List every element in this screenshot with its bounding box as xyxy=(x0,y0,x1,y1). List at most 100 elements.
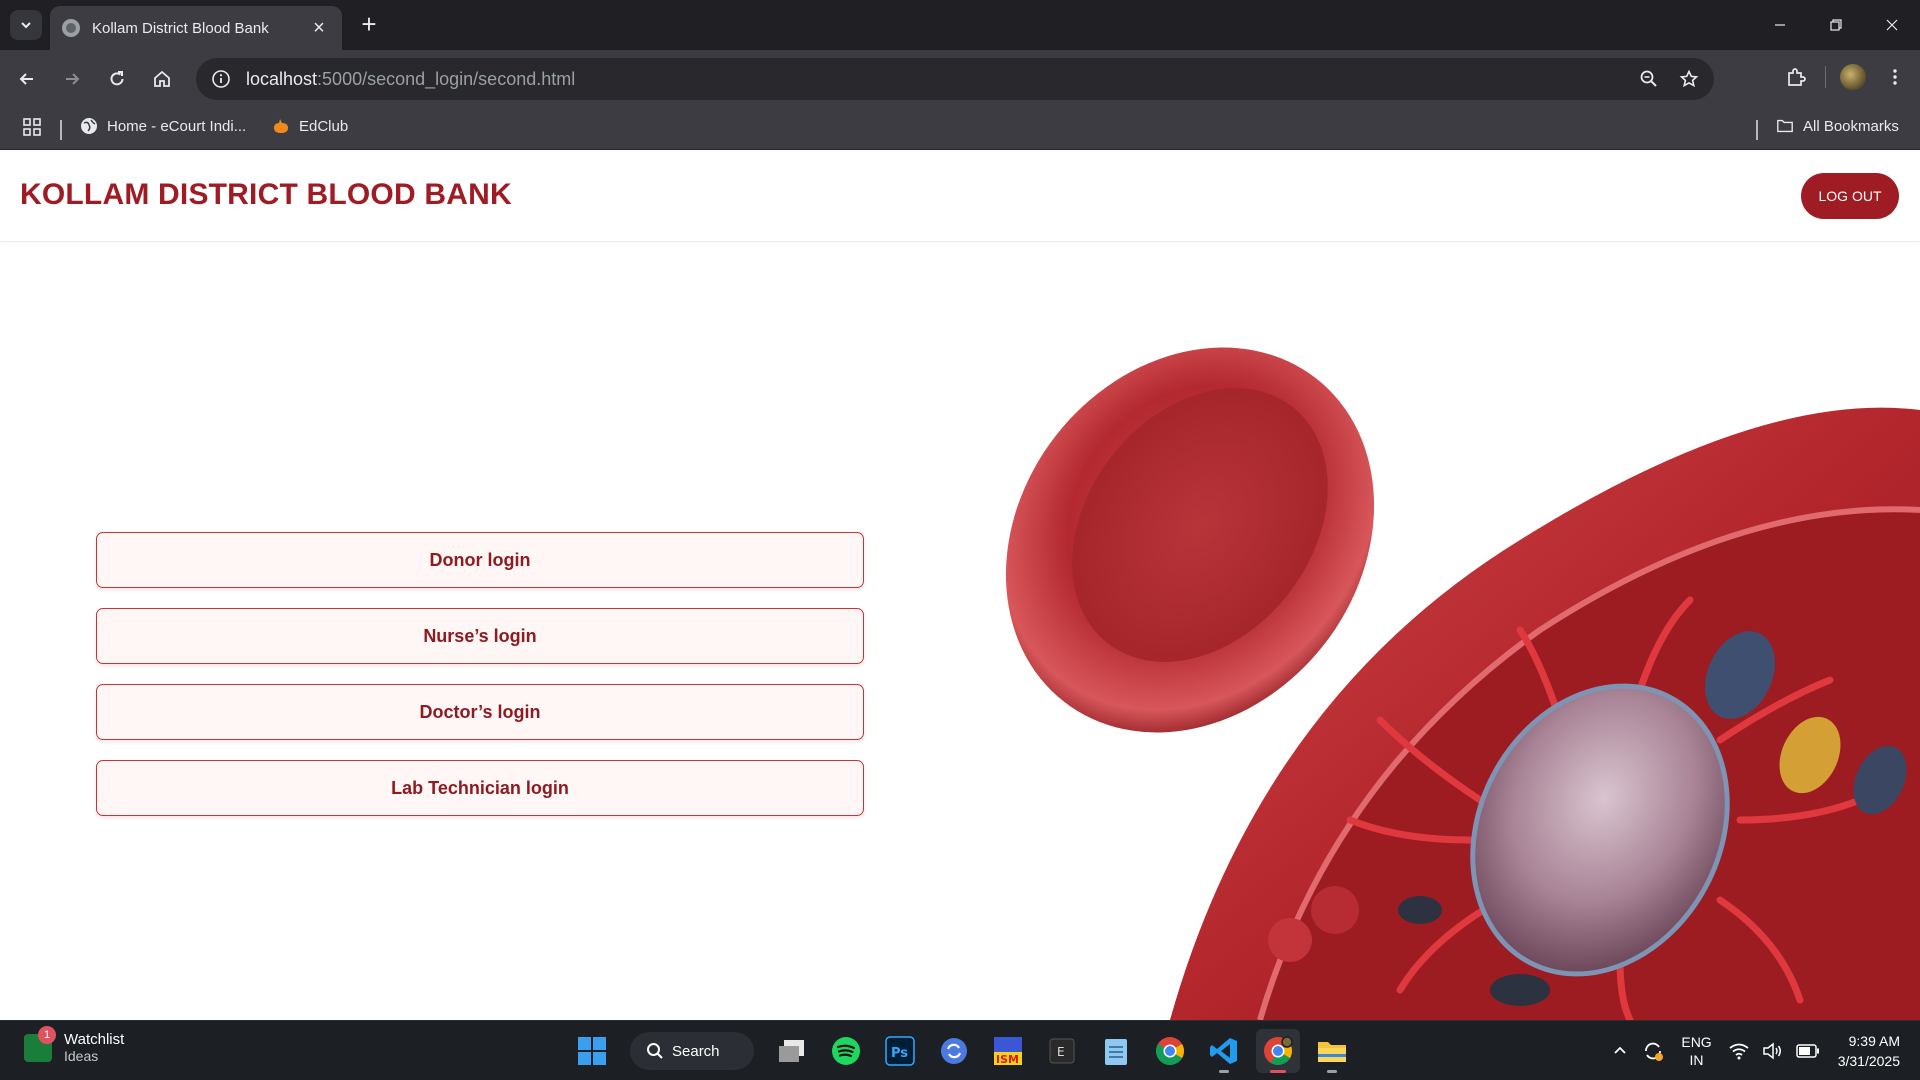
notepad-icon xyxy=(1105,1039,1127,1065)
chrome-icon xyxy=(1156,1037,1184,1065)
sync-icon xyxy=(941,1038,967,1064)
star-icon[interactable] xyxy=(1674,64,1704,94)
sync-app[interactable] xyxy=(932,1029,976,1073)
small-blood-cell xyxy=(1311,886,1359,934)
apps-button[interactable] xyxy=(22,117,42,137)
input-language[interactable]: ENG IN xyxy=(1671,1033,1721,1069)
chevron-down-icon xyxy=(21,22,31,29)
ism-app[interactable]: ISM xyxy=(986,1029,1030,1073)
file-explorer-app[interactable] xyxy=(1310,1029,1354,1073)
system-clock[interactable]: 9:39 AM 3/31/2025 xyxy=(1826,1031,1920,1071)
logout-button[interactable]: LOG OUT xyxy=(1801,173,1899,219)
minimize-button[interactable] xyxy=(1752,0,1808,50)
window-controls xyxy=(1752,0,1920,50)
login-options: Donor login Nurse’s login Doctor’s login… xyxy=(96,532,864,836)
bookmarks-bar: Home - eCourt Indi... EdClub All Bookmar… xyxy=(0,108,1920,150)
epic-app[interactable]: E xyxy=(1040,1029,1084,1073)
region-code: IN xyxy=(1689,1052,1704,1068)
photoshop-icon: Ps xyxy=(885,1036,915,1066)
chrome-icon xyxy=(1264,1036,1293,1065)
search-icon xyxy=(647,1043,663,1059)
close-icon[interactable]: × xyxy=(308,17,330,39)
chrome-profile-app[interactable] xyxy=(1256,1029,1300,1073)
battery-icon xyxy=(1795,1044,1819,1058)
url-text[interactable]: localhost:5000/second_login/second.html xyxy=(246,69,575,90)
folder-icon xyxy=(1776,117,1794,135)
browser-toolbar: localhost:5000/second_login/second.html xyxy=(0,50,1920,108)
update-status[interactable] xyxy=(1635,1021,1671,1080)
blood-cell-illustration xyxy=(1005,347,1920,1020)
system-tray: ENG IN 9:39 AM 3/31/2025 xyxy=(1605,1021,1920,1080)
windows-taskbar: 1 Watchlist Ideas Search Ps ISM E ENG IN… xyxy=(0,1020,1920,1080)
close-window-button[interactable] xyxy=(1864,0,1920,50)
kebab-menu-icon[interactable] xyxy=(1880,62,1910,92)
lab-technician-login-button[interactable]: Lab Technician login xyxy=(96,760,864,816)
windows-icon xyxy=(578,1037,606,1065)
url-host: localhost xyxy=(246,68,318,89)
site-info-icon[interactable] xyxy=(210,68,232,90)
all-bookmarks-label: All Bookmarks xyxy=(1803,117,1899,135)
donor-login-button[interactable]: Donor login xyxy=(96,532,864,588)
nurse-login-button[interactable]: Nurse’s login xyxy=(96,608,864,664)
home-button[interactable] xyxy=(145,62,179,96)
speaker-icon xyxy=(1762,1042,1781,1060)
clock-time: 9:39 AM xyxy=(1848,1033,1900,1049)
widget-subtitle: Ideas xyxy=(64,1048,99,1064)
site-header: KOLLAM DISTRICT BLOOD BANK LOG OUT xyxy=(0,150,1920,242)
doctor-login-button[interactable]: Doctor’s login xyxy=(96,684,864,740)
bookmark-label: Home - eCourt Indi... xyxy=(107,117,247,135)
stock-widget-icon: 1 xyxy=(24,1025,56,1062)
extensions-icon[interactable] xyxy=(1781,62,1811,92)
profile-avatar[interactable] xyxy=(1840,64,1866,90)
edclub-icon xyxy=(272,117,290,135)
globe-icon xyxy=(80,117,98,135)
new-tab-button[interactable]: + xyxy=(354,10,384,40)
bookmark-label: EdClub xyxy=(299,117,349,135)
bookmark-ecourt[interactable]: Home - eCourt Indi... xyxy=(80,117,246,135)
reload-icon xyxy=(110,71,124,86)
back-button[interactable] xyxy=(10,62,44,96)
active-indicator xyxy=(1270,1070,1286,1073)
url-path: :5000/second_login/second.html xyxy=(317,68,576,89)
bookmark-edclub[interactable]: EdClub xyxy=(272,117,348,135)
chrome-app[interactable] xyxy=(1148,1029,1192,1073)
start-button[interactable] xyxy=(570,1029,614,1073)
notification-badge: 1 xyxy=(38,1025,56,1044)
address-bar[interactable]: localhost:5000/second_login/second.html xyxy=(196,58,1714,100)
widget-title: Watchlist xyxy=(64,1031,125,1048)
small-blood-cell xyxy=(1268,918,1312,962)
vscode-app[interactable] xyxy=(1202,1029,1246,1073)
running-indicator xyxy=(1219,1070,1229,1073)
vscode-icon xyxy=(1210,1038,1237,1064)
minimize-icon xyxy=(1775,24,1785,26)
browser-tab[interactable]: Kollam District Blood Bank × xyxy=(50,6,342,50)
organelle xyxy=(1490,974,1550,1006)
zoom-icon[interactable] xyxy=(1634,64,1664,94)
bookmark-separator xyxy=(1756,120,1758,140)
restore-button[interactable] xyxy=(1808,0,1864,50)
tab-search-button[interactable] xyxy=(10,10,42,40)
tray-overflow-button[interactable] xyxy=(1605,1021,1635,1080)
clock-date: 3/31/2025 xyxy=(1837,1053,1900,1069)
language-code: ENG xyxy=(1681,1034,1712,1050)
photoshop-app[interactable]: Ps xyxy=(878,1029,922,1073)
notepad-app[interactable] xyxy=(1094,1029,1138,1073)
task-view-icon xyxy=(779,1040,804,1062)
forward-button[interactable] xyxy=(55,62,89,96)
search-label: Search xyxy=(672,1042,720,1060)
taskbar-apps: Search Ps ISM E xyxy=(570,1029,1354,1073)
wifi-status[interactable] xyxy=(1722,1021,1756,1080)
taskbar-search[interactable]: Search xyxy=(630,1032,754,1070)
spotify-app[interactable] xyxy=(824,1029,868,1073)
organelle xyxy=(1398,896,1442,924)
restore-icon xyxy=(1830,19,1842,31)
sync-status-icon xyxy=(1645,1042,1664,1061)
all-bookmarks[interactable]: All Bookmarks xyxy=(1776,117,1899,135)
volume-control[interactable] xyxy=(1756,1021,1790,1080)
page-content: KOLLAM DISTRICT BLOOD BANK LOG OUT Donor… xyxy=(0,150,1920,1020)
watchlist-widget[interactable]: 1 Watchlist Ideas xyxy=(24,1025,125,1064)
svg-text:ISM: ISM xyxy=(996,1053,1019,1066)
battery-status[interactable] xyxy=(1790,1021,1826,1080)
task-view-button[interactable] xyxy=(770,1029,814,1073)
reload-button[interactable] xyxy=(100,62,134,96)
